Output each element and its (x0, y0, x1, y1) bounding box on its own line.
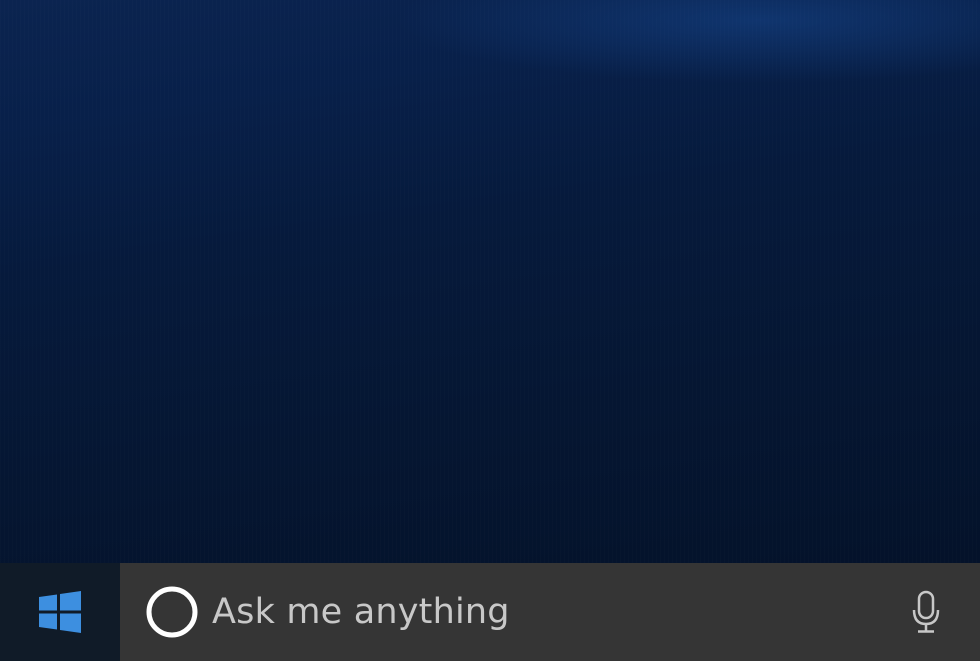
start-button[interactable] (0, 563, 120, 661)
search-box[interactable]: Ask me anything (120, 563, 980, 661)
windows-logo-icon (39, 591, 81, 633)
desktop-wallpaper (0, 0, 980, 563)
microphone-icon[interactable] (908, 587, 944, 637)
taskbar: Ask me anything (0, 563, 980, 661)
cortana-ring-icon[interactable] (144, 584, 200, 640)
desktop-screen: Ask me anything (0, 0, 980, 661)
search-placeholder[interactable]: Ask me anything (212, 592, 908, 632)
